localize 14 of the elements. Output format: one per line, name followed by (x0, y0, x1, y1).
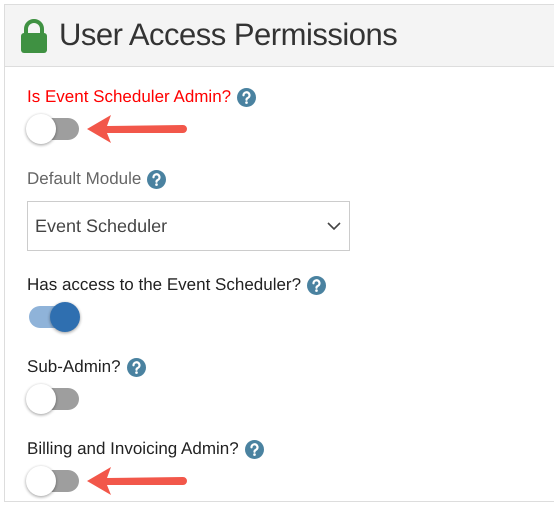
help-icon[interactable] (126, 358, 146, 376)
help-icon[interactable] (147, 170, 166, 188)
field-label: Default Module (27, 168, 142, 190)
module-dropdown[interactable]: Event Scheduler (27, 201, 350, 251)
chevron-down-icon (327, 222, 341, 230)
help-icon[interactable] (244, 440, 264, 458)
help-icon[interactable] (307, 276, 326, 294)
field-label: Billing and Invoicing Admin? (27, 438, 239, 460)
field-label: Has access to the Event Scheduler? (27, 274, 302, 296)
field-label: Sub-Admin? (27, 356, 121, 378)
field-label: Is Event Scheduler Admin? (27, 86, 232, 108)
panel-title: User Access Permissions (59, 16, 398, 54)
lock-icon (19, 18, 49, 52)
help-icon[interactable] (237, 88, 256, 106)
